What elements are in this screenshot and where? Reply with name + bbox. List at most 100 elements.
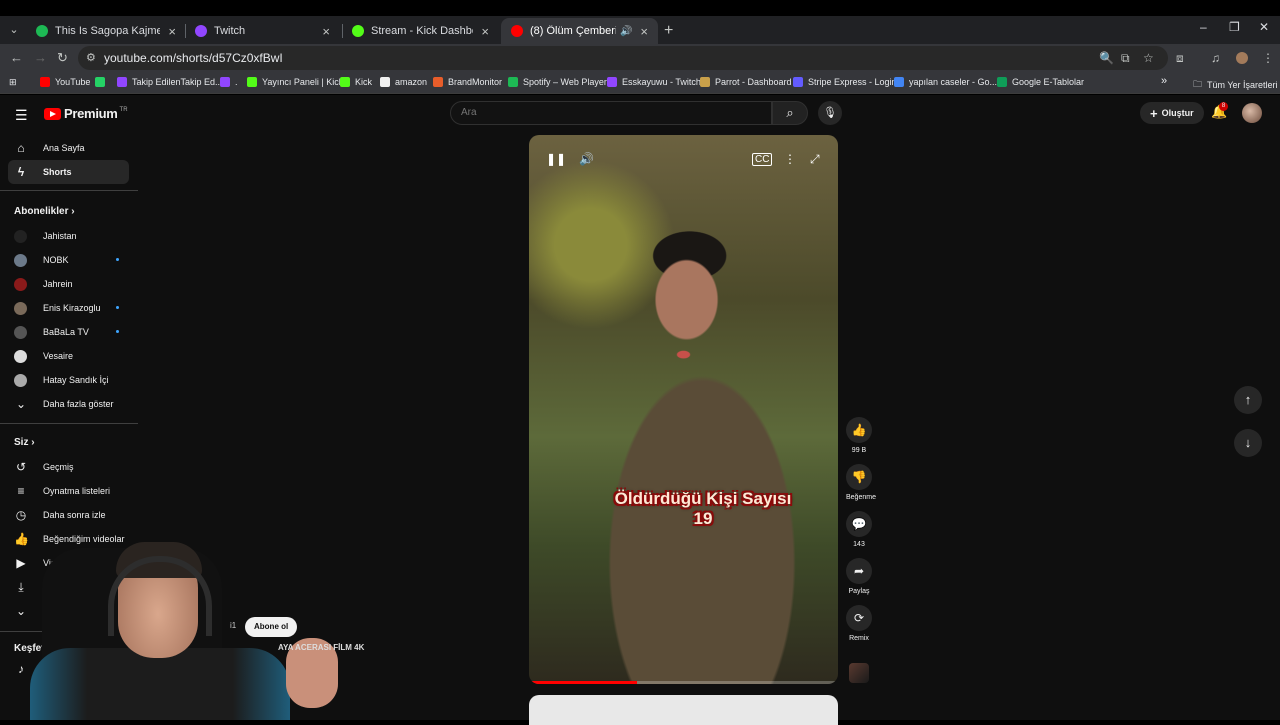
remix-button[interactable]: ⟳ Remix [846,605,872,642]
search-input[interactable] [461,107,751,118]
voice-search-button[interactable]: 🎙 [818,101,842,125]
like-button[interactable]: 👍 99 B [846,417,872,454]
menu-icon[interactable]: ☰ [15,107,28,124]
bookmark-favicon-icon [508,77,518,87]
subscribe-button[interactable]: Abone ol [245,617,298,637]
channel-avatar [14,229,27,243]
sidebar-item[interactable]: ≡ Oynatma listeleri [8,479,129,503]
search-box[interactable] [450,101,772,125]
sidebar-item[interactable]: NOBK [8,248,129,272]
share-icon: ➦ [846,558,872,584]
url-text[interactable]: youtube.com/shorts/d57Cz0xfBwI [104,51,283,65]
close-window-icon[interactable]: ✕ [1259,20,1269,34]
bookmark-label: Kick [355,77,373,87]
tab-youtube[interactable]: (8) Ölüm Çemberi... - YouTu 🔊 × [501,18,658,44]
install-app-icon[interactable]: ⧉ [1121,51,1130,66]
search-button[interactable]: ⌕ [772,101,808,125]
site-info-icon[interactable]: ⚙ [86,51,96,64]
tab-search-icon[interactable]: ⌄ [6,22,22,38]
short-video-player[interactable]: ❚❚ 🔊 CC ⋮ ⤢ Öldürdüğü Kişi Sayısı 19 [529,135,838,684]
bookmark-item[interactable]: Takip EdilenTakip Ed... [117,77,223,87]
sidebar-divider [0,190,138,191]
tab-title: Twitch [214,25,246,37]
tab-kick[interactable]: Stream - Kick Dashboard × [342,18,499,44]
sidebar-item[interactable]: Vesaire [8,344,129,368]
all-bookmarks-folder[interactable]: 🗀 Tüm Yer İşaretleri [1193,77,1278,93]
tab-spotify[interactable]: This Is Sagopa Kajmer | Spo × [26,18,186,44]
url-field[interactable]: ⚙ youtube.com/shorts/d57Cz0xfBwI [78,46,1168,70]
sidebar-item[interactable]: Jahistan [8,224,129,248]
previous-short-button[interactable]: ↑ [1234,386,1262,414]
bookmark-item[interactable]: Spotify – Web Player [508,77,607,87]
browser-menu-icon[interactable]: ⋮ [1262,51,1274,65]
all-bookmarks-label: Tüm Yer İşaretleri [1207,80,1278,90]
next-short-preview[interactable] [529,695,838,725]
sidebar-item[interactable]: ⌂ Ana Sayfa [8,136,129,160]
profile-avatar[interactable] [1236,52,1248,64]
maximize-icon[interactable]: ❐ [1229,20,1240,34]
sidebar-item[interactable]: Hatay Sandık İçi [8,368,129,392]
youtube-premium-logo[interactable]: Premium TR [44,106,128,121]
bookmark-item[interactable]: . [220,77,238,87]
speaker-icon[interactable]: 🔊 [620,26,632,37]
bookmark-item[interactable]: BrandMonitor [433,77,502,87]
zoom-icon[interactable]: 🔍 [1099,51,1114,65]
spotify-favicon-icon [36,25,48,37]
fullscreen-icon[interactable]: ⤢ [810,152,820,167]
bookmark-favicon-icon [997,77,1007,87]
bookmark-item[interactable]: Kick [340,77,372,87]
bookmark-item[interactable]: Esskayuwu - Twitch [607,77,701,87]
sidebar-item[interactable]: ϟ Shorts [8,160,129,184]
volume-icon[interactable]: 🔊 [579,152,594,166]
bookmark-item[interactable]: yapılan caseler - Go... [894,77,997,87]
close-icon[interactable]: × [640,24,648,39]
create-button[interactable]: + Oluştur [1140,102,1204,124]
apps-grid-icon[interactable]: ⊞ [9,77,17,88]
sidebar-item[interactable]: Enis Kirazoglu [8,296,129,320]
bookmark-item[interactable]: Parrot - Dashboard [700,77,792,87]
sidebar-item-label: Daha sonra izle [43,510,106,520]
close-icon[interactable]: × [168,24,176,39]
account-avatar[interactable] [1242,103,1262,123]
close-icon[interactable]: × [322,24,330,39]
sidebar-item[interactable]: ⌄ Daha fazla göster [8,392,129,416]
close-icon[interactable]: × [481,24,489,39]
sidebar-item[interactable]: ↺ Geçmiş [8,455,129,479]
forward-icon[interactable]: → [34,50,47,65]
media-control-icon[interactable]: ♫ [1211,51,1220,65]
bookmark-item[interactable]: Google E-Tablolar [997,77,1084,87]
comments-button[interactable]: 💬 143 [846,511,872,548]
bookmark-item[interactable]: amazon [380,77,427,87]
bookmark-favicon-icon [700,77,710,87]
share-button[interactable]: ➦ Paylaş [846,558,872,595]
bookmark-label: . [235,77,238,87]
sidebar-item[interactable]: BaBaLa TV [8,320,129,344]
more-bookmarks-icon[interactable]: » [1161,75,1167,87]
new-tab-icon[interactable]: + [664,22,673,40]
bookmark-item[interactable]: YouTube [40,77,90,87]
bookmark-star-icon[interactable]: ☆ [1143,51,1154,65]
video-progress-bar[interactable] [529,681,838,684]
captions-icon[interactable]: CC [752,153,773,166]
you-heading[interactable]: Siz › [14,437,35,448]
dislike-button[interactable]: 👎 Beğenme [846,464,876,501]
tab-twitch[interactable]: Twitch × [185,18,340,44]
pause-icon[interactable]: ❚❚ [546,152,566,166]
bookmark-item[interactable] [95,77,110,87]
sound-thumbnail[interactable] [849,663,869,683]
back-icon[interactable]: ← [10,50,23,65]
extensions-icon[interactable]: ⧈ [1176,51,1184,66]
reload-icon[interactable]: ↻ [57,50,68,66]
sidebar-item[interactable]: ◷ Daha sonra izle [8,503,129,527]
action-label: Paylaş [848,588,870,595]
sidebar-item[interactable]: Jahrein [8,272,129,296]
plus-icon: + [1150,105,1158,121]
minimize-icon[interactable]: – [1200,20,1207,34]
bookmark-item[interactable]: Yayıncı Paneli | Kick [247,77,343,87]
next-short-button[interactable]: ↓ [1234,429,1262,457]
subscriptions-heading[interactable]: Abonelikler › [14,206,75,217]
bookmark-item[interactable]: Stripe Express - Login [793,77,897,87]
channel-avatar [14,373,27,387]
new-content-dot [116,330,119,333]
more-options-icon[interactable]: ⋮ [784,152,796,166]
